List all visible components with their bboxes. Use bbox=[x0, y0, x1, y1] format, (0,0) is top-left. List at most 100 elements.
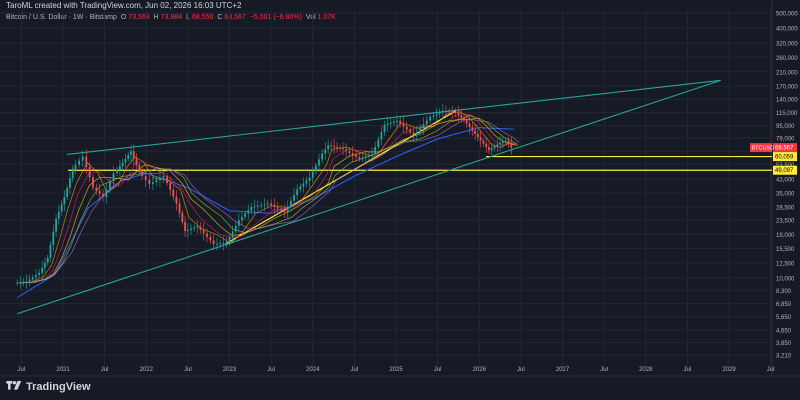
candle-body bbox=[308, 177, 311, 181]
candle-body bbox=[135, 158, 138, 165]
candle-body bbox=[380, 132, 383, 140]
candle-body bbox=[57, 211, 60, 219]
candle-body bbox=[296, 189, 299, 196]
x-tick-label: Jul bbox=[101, 367, 109, 373]
candle-body bbox=[169, 182, 172, 190]
x-tick-label: 2026 bbox=[473, 367, 487, 373]
candle-body bbox=[289, 200, 292, 207]
candle-body bbox=[499, 143, 501, 145]
y-tick-label: 210,000 bbox=[776, 70, 798, 76]
candle-body bbox=[415, 131, 418, 136]
candle-body bbox=[283, 210, 286, 212]
price-chart[interactable]: 500,000 400,000 320,000 260,000 210,000 170,0… bbox=[0, 0, 800, 400]
x-tick-label: 2025 bbox=[389, 367, 403, 373]
candle-body bbox=[199, 226, 202, 230]
candle-body bbox=[419, 128, 422, 132]
candle-body bbox=[16, 282, 19, 284]
candle-body bbox=[159, 178, 161, 181]
x-tick-label: Jul bbox=[684, 367, 692, 373]
candle-body bbox=[196, 226, 199, 228]
candle-body bbox=[383, 124, 386, 133]
candle-body bbox=[112, 173, 115, 182]
candle-body bbox=[52, 231, 55, 245]
x-tick-label: Jul bbox=[267, 367, 275, 373]
candle-body bbox=[263, 204, 266, 206]
x-tick-label: Jul bbox=[767, 367, 775, 373]
candle-body bbox=[493, 146, 496, 149]
candle-body bbox=[318, 159, 320, 166]
candle-body bbox=[63, 197, 66, 205]
candle-body bbox=[270, 203, 273, 206]
candle-body bbox=[184, 221, 186, 232]
candle-body bbox=[241, 216, 243, 221]
candle-body bbox=[181, 212, 184, 222]
candle-body bbox=[132, 151, 135, 159]
candle-body bbox=[468, 123, 471, 128]
ema-ribbon-line bbox=[18, 111, 516, 284]
candle-body bbox=[451, 111, 454, 113]
candle-body bbox=[244, 213, 247, 217]
y-tick-label: 28,500 bbox=[776, 206, 795, 212]
candle-body bbox=[225, 242, 228, 244]
candle-body bbox=[280, 208, 283, 211]
candle-body bbox=[186, 229, 189, 232]
moving-average-line bbox=[16, 127, 515, 298]
channel-line-lower bbox=[17, 79, 721, 315]
candle-body bbox=[409, 129, 412, 133]
candle-body bbox=[435, 113, 438, 116]
x-tick-label: Jul bbox=[434, 367, 442, 373]
candle-body bbox=[102, 193, 104, 198]
candle-body bbox=[448, 111, 450, 113]
candle-body bbox=[368, 155, 370, 157]
candle-body bbox=[138, 164, 141, 172]
candle-body bbox=[92, 177, 94, 188]
candle-body bbox=[276, 206, 279, 209]
candle-body bbox=[108, 181, 111, 190]
candle-body bbox=[38, 272, 40, 275]
candle-body bbox=[345, 149, 347, 152]
candle-body bbox=[49, 244, 52, 258]
candle-body bbox=[22, 281, 25, 283]
y-tick-label: 3,850 bbox=[776, 341, 792, 347]
y-tick-label: 43,000 bbox=[776, 178, 795, 184]
candle-body bbox=[178, 203, 181, 213]
y-tick-label: 12,500 bbox=[776, 261, 795, 267]
x-tick-label: 2023 bbox=[223, 367, 237, 373]
candle-body bbox=[314, 165, 317, 172]
x-tick-label: 2021 bbox=[56, 367, 70, 373]
candle-body bbox=[311, 171, 314, 178]
candle-body bbox=[501, 141, 504, 144]
candle-body bbox=[386, 123, 389, 125]
candle-body bbox=[148, 179, 151, 185]
candle-body bbox=[299, 186, 302, 190]
candle-body bbox=[130, 151, 132, 155]
y-tick-label: 115,000 bbox=[776, 111, 798, 117]
candle-body bbox=[438, 112, 441, 114]
candle-body bbox=[454, 112, 457, 114]
candle-body bbox=[81, 156, 84, 161]
candle-body bbox=[496, 144, 499, 147]
candle-body bbox=[155, 180, 158, 183]
ema-ribbon-line bbox=[20, 114, 518, 284]
candle-body bbox=[209, 236, 212, 241]
candle-body bbox=[193, 227, 196, 229]
candle-body bbox=[25, 281, 28, 283]
y-tick-label: 95,000 bbox=[776, 124, 795, 130]
candle-body bbox=[256, 205, 259, 207]
candle-body bbox=[222, 243, 225, 245]
candle-body bbox=[69, 178, 71, 188]
y-tick-label: 23,500 bbox=[776, 219, 795, 225]
candle-body bbox=[333, 146, 335, 148]
x-tick-label: 2028 bbox=[639, 367, 653, 373]
candle-body bbox=[377, 139, 380, 148]
y-tick-label: 35,000 bbox=[776, 192, 795, 198]
candle-body bbox=[327, 145, 330, 150]
candle-body bbox=[330, 145, 332, 147]
candle-body bbox=[396, 120, 398, 122]
candle-body bbox=[273, 205, 276, 207]
candle-body bbox=[116, 169, 119, 174]
candle-body bbox=[457, 112, 460, 116]
candle-body bbox=[219, 243, 222, 245]
y-tick-label: 500,000 bbox=[776, 12, 798, 18]
candle-body bbox=[31, 277, 34, 280]
